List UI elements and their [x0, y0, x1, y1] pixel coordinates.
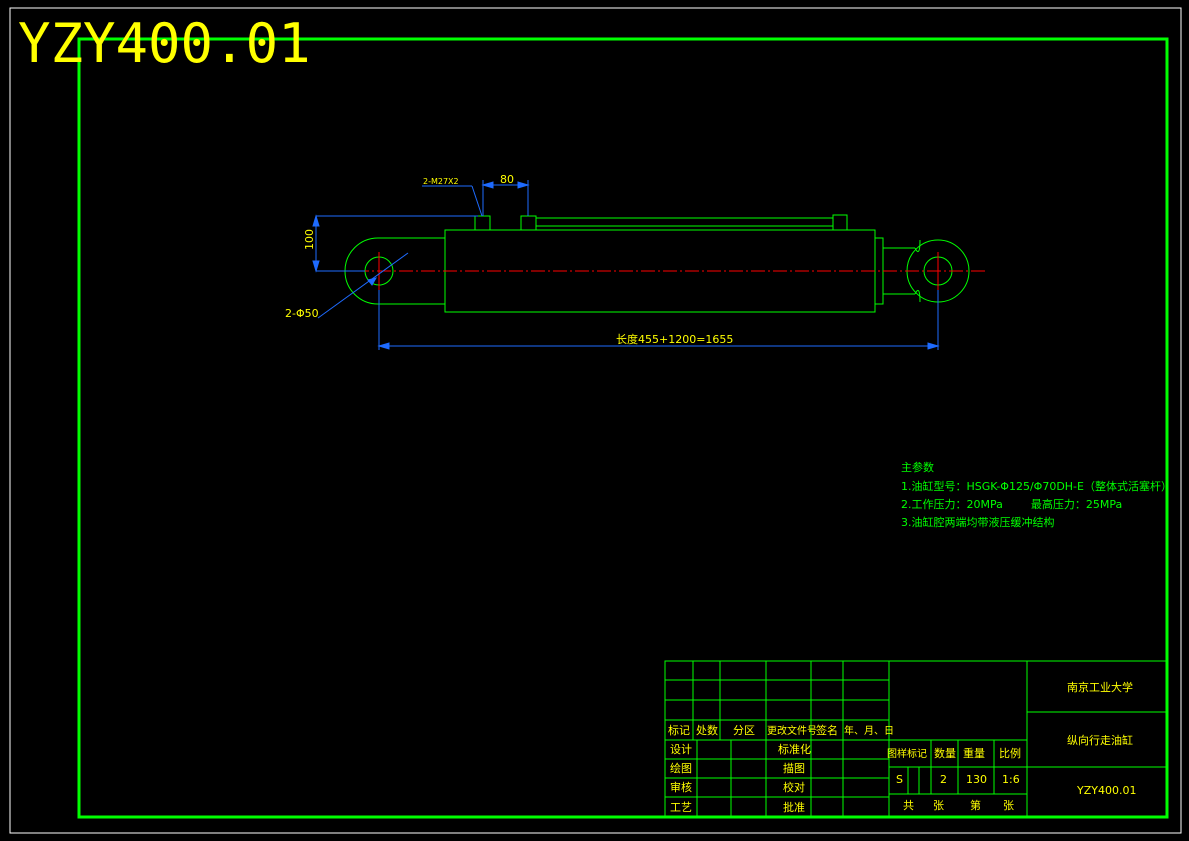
role-standard: 标准化 — [778, 742, 811, 756]
role-check: 校对 — [783, 780, 805, 794]
notes-line-3: 3.油缸腔两端均带液压缓冲结构 — [901, 515, 1055, 529]
sheet-no: 第 — [970, 798, 981, 812]
hdr-count: 处数 — [696, 724, 718, 737]
sheet-unit-1: 张 — [933, 799, 944, 812]
prop-weight: 130 — [966, 773, 987, 786]
notes-line-1: 1.油缸型号：HSGK-Φ125/Φ70DH-E（整体式活塞杆） — [901, 479, 1172, 493]
drawing-code: YZY400.01 — [1076, 784, 1136, 797]
hdr-zone: 分区 — [733, 724, 755, 737]
prop-hdr-qty: 数量 — [934, 747, 956, 760]
dim-pin-hole: 2-Φ50 — [285, 307, 319, 320]
hdr-sign: 签名 — [816, 723, 838, 737]
company-name: 南京工业大学 — [1067, 680, 1133, 694]
prop-scale: 1:6 — [1002, 773, 1020, 786]
outer-border — [9, 7, 1182, 834]
port-right — [520, 215, 537, 231]
part-name: 纵向行走油缸 — [1067, 733, 1133, 747]
role-trace: 描图 — [783, 761, 805, 775]
prop-qty: 2 — [940, 773, 947, 786]
role-design: 设计 — [670, 743, 692, 756]
hdr-mark: 标记 — [668, 723, 690, 737]
drawing-number: YZY400.01 — [18, 12, 311, 75]
hydraulic-cylinder — [344, 214, 970, 313]
dimensions — [312, 180, 940, 350]
drawing-frame — [77, 37, 1169, 819]
prop-mark: S — [896, 773, 903, 786]
dim-thread: 2-M27X2 — [423, 177, 459, 186]
sheet-unit-2: 张 — [1003, 799, 1014, 812]
dim-port-spacing: 80 — [500, 173, 514, 186]
dim-length: 长度455+1200=1655 — [616, 332, 733, 346]
prop-hdr-weight: 重量 — [963, 746, 985, 760]
dim-height: 100 — [303, 229, 316, 250]
prop-hdr-mark: 图样标记 — [887, 747, 927, 760]
oil-tube — [536, 217, 833, 227]
hdr-date: 年、月、日 — [844, 724, 894, 737]
hdr-change-doc: 更改文件号 — [767, 724, 817, 737]
port-left — [474, 215, 491, 231]
role-review: 审核 — [670, 780, 692, 794]
role-process: 工艺 — [670, 801, 692, 814]
drawing-sheet: YZY400.01 2-M27X2 80 100 2-Φ50 长度455+120… — [9, 7, 1182, 834]
notes-line-2: 2.工作压力：20MPa 最高压力：25MPa — [901, 497, 1122, 511]
role-approve: 批准 — [783, 800, 805, 814]
tube-bracket — [832, 214, 848, 231]
prop-hdr-scale: 比例 — [999, 746, 1021, 760]
sheet-total: 共 — [903, 799, 914, 812]
role-drawing: 绘图 — [670, 761, 692, 775]
notes-title: 主参数 — [901, 460, 934, 474]
technical-notes: 主参数 1.油缸型号：HSGK-Φ125/Φ70DH-E（整体式活塞杆） 2.工… — [901, 460, 1172, 529]
